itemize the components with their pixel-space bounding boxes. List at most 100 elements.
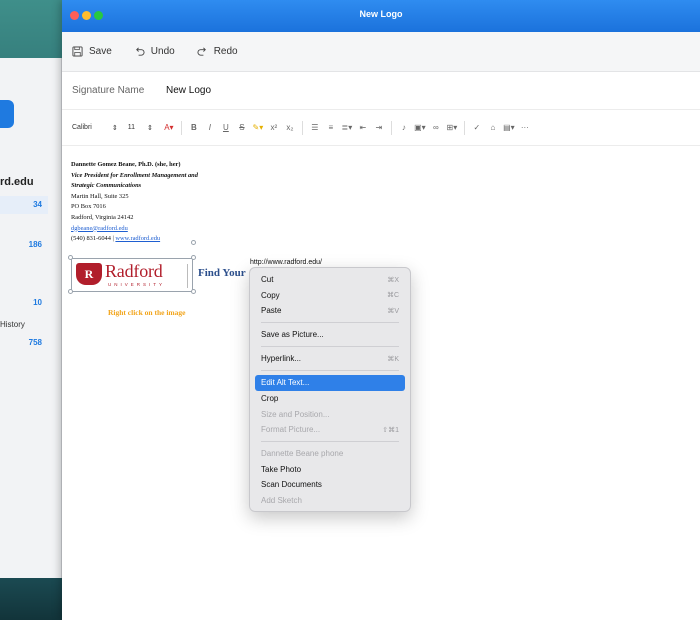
italic-icon[interactable]: I [202,120,218,136]
resize-handle[interactable] [68,255,73,260]
redo-icon [197,47,206,56]
background-blue-button[interactable] [0,100,14,128]
logo-tagline: Find Your [198,267,246,279]
menu-item-edit-alt-text[interactable]: Edit Alt Text... [255,375,405,391]
menu-shortcut: ⇧⌘1 [382,426,399,434]
font-size-value: 11 [127,124,135,131]
menu-item-scan-documents[interactable]: Scan Documents [255,477,405,493]
menu-item-size-and-position[interactable]: Size and Position... [255,406,405,422]
menu-item-format-picture[interactable]: Format Picture... ⇧⌘1 [255,422,405,438]
rotate-handle[interactable] [191,240,196,245]
numbered-list-icon[interactable]: ≡ [323,120,339,136]
logo-wordmark: Radford [105,261,163,281]
menu-item-device-name[interactable]: Dannette Beane phone [255,446,405,462]
menu-item-label: Copy [261,290,280,300]
instruction-note: Right click on the image [108,308,186,317]
signature-line-address: PO Box 7016 [71,203,106,211]
logo-divider [187,264,188,288]
format-painter-icon[interactable]: ⌂ [485,120,501,136]
signature-name-field[interactable]: New Logo [166,85,211,96]
menu-item-take-photo[interactable]: Take Photo [255,461,405,477]
menu-item-label: Save as Picture... [261,330,324,340]
menu-item-crop[interactable]: Crop [255,391,405,407]
menu-item-label: Add Sketch [261,495,302,505]
menu-shortcut: ⌘K [387,355,399,363]
signature-body[interactable]: Dannette Gomez Beane, Ph.D. (she, her) V… [71,160,371,245]
menu-separator [261,370,399,372]
toolbar-divider [390,120,392,135]
format-toolbar: Calibri ⇕ 11 ⇕ A▾ B I U S ✎▾ x² x₂ ☰ ≡ ≣… [62,110,700,146]
font-color-icon[interactable]: A▾ [161,120,177,136]
menu-item-copy[interactable]: Copy ⌘C [255,288,405,304]
menu-shortcut: ⌘V [387,307,399,315]
toolbar-divider [463,120,465,135]
decrease-indent-icon[interactable]: ⇤ [355,120,371,136]
superscript-icon[interactable]: x² [266,120,282,136]
increase-indent-icon[interactable]: ⇥ [371,120,387,136]
resize-handle[interactable] [191,289,196,294]
window-title: New Logo [359,9,403,19]
link-tooltip: http://www.radford.edu/ [248,259,324,266]
menu-item-label: Size and Position... [261,409,330,419]
signature-name-label: Signature Name [72,85,145,96]
undo-button[interactable]: Undo [134,46,175,57]
bullet-list-icon[interactable]: ☰ [307,120,323,136]
toolbar-divider [180,120,182,135]
signature-line-name: Dannette Gomez Beane, Ph.D. (she, her) [71,161,181,168]
signature-name-row: Signature Name New Logo [62,72,700,110]
resize-handle[interactable] [191,255,196,260]
title-bar: New Logo [62,0,700,32]
desktop-bottom-strip [0,578,62,620]
logo-subtitle: UNIVERSITY [108,282,166,287]
dictate-icon[interactable]: ♪ [396,120,412,136]
picture-icon[interactable]: ▣▾ [412,120,428,136]
menu-item-label: Paste [261,306,282,316]
redo-button[interactable]: Redo [197,46,238,57]
spelling-icon[interactable]: ✓ [469,120,485,136]
bold-icon[interactable]: B [186,120,202,136]
radford-emblem: R [76,263,102,285]
signature-website-link[interactable]: www.radford.edu [115,235,160,242]
background-domain-label: rd.edu [0,176,34,188]
background-window[interactable]: rd.edu 34 186 10 History 758 [0,58,62,578]
align-icon[interactable]: ≣▾ [339,120,355,136]
font-size-select[interactable]: 11 ⇕ [126,121,155,135]
selected-logo-image[interactable]: R Radford UNIVERSITY [71,258,193,292]
toolbar-divider [301,120,303,135]
menu-shortcut: ⌘X [387,276,399,284]
underline-icon[interactable]: U [218,120,234,136]
background-count-row[interactable]: 758 [0,334,48,352]
menu-item-cut[interactable]: Cut ⌘X [255,272,405,288]
signature-email-link[interactable]: dgbeane@radford.edu [71,224,371,235]
background-count-row[interactable]: 186 [0,236,48,254]
signature-line-title: Vice President for Enrollment Management… [71,171,198,179]
menu-item-label: Edit Alt Text... [261,378,310,388]
menu-item-label: Format Picture... [261,425,321,435]
menu-item-add-sketch[interactable]: Add Sketch [255,493,405,509]
signature-line-title: Strategic Communications [71,182,142,190]
menu-separator [261,346,399,348]
more-options-icon[interactable]: ··· [517,120,533,136]
menu-item-paste[interactable]: Paste ⌘V [255,303,405,319]
font-select[interactable]: Calibri ⇕ [70,121,120,135]
highlight-icon[interactable]: ✎▾ [250,120,266,136]
resize-handle[interactable] [68,289,73,294]
background-count-row[interactable]: 34 [0,196,48,214]
background-count-row[interactable]: 10 [0,294,48,312]
table-icon[interactable]: ⊞▾ [444,120,460,136]
save-button[interactable]: Save [72,46,112,57]
menu-item-label: Crop [261,393,279,403]
font-select-value: Calibri [72,124,92,131]
menu-item-hyperlink[interactable]: Hyperlink... ⌘K [255,351,405,367]
menu-item-save-as-picture[interactable]: Save as Picture... [255,327,405,343]
strikethrough-icon[interactable]: S [234,120,250,136]
stepper-icon: ⇕ [147,124,153,132]
subscript-icon[interactable]: x₂ [282,120,298,136]
menu-shortcut: ⌘C [386,292,399,300]
clipboard-icon[interactable]: ▤▾ [501,120,517,136]
menu-separator [261,322,399,324]
background-history-label: History [0,320,25,329]
menu-item-label: Dannette Beane phone [261,449,344,459]
link-icon[interactable]: ∞ [428,120,444,136]
stepper-icon: ⇕ [111,124,118,132]
